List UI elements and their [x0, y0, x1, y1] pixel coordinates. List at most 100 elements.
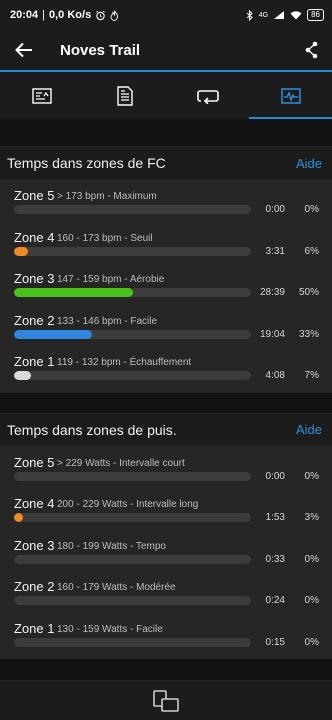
zone-description: 119 - 132 bpm - Échauffement — [57, 357, 192, 368]
hr-zone-row: Zone 1 119 - 132 bpm - Échauffement 4:08… — [0, 347, 332, 389]
share-icon — [305, 41, 318, 59]
zone-time: 4:08 — [265, 370, 285, 381]
hr-zones-title: Temps dans zones de FC — [7, 155, 166, 171]
zone-name: Zone 2 — [14, 312, 55, 328]
zone-name: Zone 1 — [14, 354, 55, 369]
bottom-bar — [0, 680, 332, 720]
wifi-icon — [290, 10, 302, 20]
zone-description: 130 - 159 Watts - Facile — [57, 623, 163, 635]
zone-percent: 0% — [304, 636, 319, 648]
zone-bar-fill — [14, 329, 93, 339]
zone-description: > 229 Watts - Intervalle court — [57, 457, 185, 469]
power-zone-row: Zone 3 180 - 199 Watts - Tempo 0:33 0% — [0, 531, 332, 573]
zone-bar-track — [14, 205, 251, 214]
arrow-left-icon — [15, 42, 32, 58]
hr-zones-list: Zone 5 > 173 bpm - Maximum 0:00 0% Zone … — [0, 179, 332, 393]
battery-indicator: 86 — [307, 9, 324, 21]
zone-bar-track — [14, 371, 251, 380]
hr-zones-section: Temps dans zones de FC Aide Zone 5 > 173… — [0, 146, 332, 393]
back-button[interactable] — [10, 36, 38, 64]
power-zones-section: Temps dans zones de puis. Aide Zone 5 > … — [0, 412, 332, 659]
hr-zones-header: Temps dans zones de FC Aide — [0, 146, 332, 179]
hr-zone-row: Zone 4 160 - 173 bpm - Seuil 3:31 6% — [0, 223, 332, 265]
power-zones-help-link[interactable]: Aide — [296, 422, 322, 437]
power-zone-row: Zone 4 200 - 229 Watts - Intervalle long… — [0, 489, 332, 531]
zone-percent: 3% — [304, 512, 319, 523]
zone-time: 1:53 — [265, 512, 285, 523]
laps-loop-icon — [196, 89, 219, 104]
zone-bar-fill — [14, 513, 23, 522]
zone-percent: 0% — [304, 553, 319, 565]
power-zone-row: Zone 1 130 - 159 Watts - Facile 0:15 0% — [0, 614, 332, 656]
hr-zone-row: Zone 3 147 - 159 bpm - Aérobie 28:39 50% — [0, 264, 332, 306]
power-zone-row: Zone 2 160 - 179 Watts - Modérée 0:24 0% — [0, 572, 332, 614]
hr-zones-help-link[interactable]: Aide — [296, 156, 322, 171]
zone-description: 160 - 179 Watts - Modérée — [57, 582, 176, 593]
tab-laps[interactable] — [166, 72, 249, 119]
bluetooth-icon — [246, 9, 254, 21]
zone-bar-track — [14, 554, 251, 564]
summary-card-icon — [31, 87, 52, 104]
activity-graph-icon — [280, 87, 301, 104]
network-type: 4G — [258, 11, 269, 19]
hr-zone-row: Zone 2 133 - 146 bpm - Facile 19:04 33% — [0, 306, 332, 348]
tab-summary[interactable] — [0, 72, 83, 119]
power-zones-title: Temps dans zones de puis. — [7, 421, 177, 438]
zone-percent: 7% — [304, 370, 319, 381]
power-zones-list: Zone 5 > 229 Watts - Intervalle court 0:… — [0, 445, 332, 659]
zone-percent: 0% — [304, 470, 319, 482]
zone-percent: 6% — [304, 245, 319, 257]
document-details-icon — [116, 85, 133, 106]
tab-details[interactable] — [83, 72, 166, 119]
zone-name: Zone 5 — [14, 188, 55, 203]
status-bar: 20:04 | 0,0 Ko/s 4G 86 — [0, 0, 332, 30]
status-speed: 0,0 Ko/s — [49, 9, 92, 21]
zone-description: 133 - 146 bpm - Facile — [57, 315, 158, 327]
signal-icon — [273, 10, 285, 20]
zone-description: 180 - 199 Watts - Tempo — [57, 540, 166, 552]
power-zones-header: Temps dans zones de puis. Aide — [0, 412, 332, 446]
zone-time: 28:39 — [259, 287, 285, 298]
app-bar: Noves Trail — [0, 30, 332, 70]
zone-bar-fill — [14, 371, 31, 380]
zone-name: Zone 5 — [14, 454, 55, 470]
zone-time: 0:00 — [265, 204, 285, 215]
status-separator: | — [42, 9, 45, 21]
zone-time: 0:24 — [265, 595, 285, 606]
zone-name: Zone 4 — [14, 496, 55, 511]
zone-name: Zone 3 — [14, 537, 55, 553]
zone-percent: 0% — [304, 204, 319, 215]
zone-time: 19:04 — [259, 328, 285, 340]
zone-description: > 173 bpm - Maximum — [57, 191, 157, 202]
compare-button[interactable] — [146, 683, 186, 719]
power-zone-row: Zone 5 > 229 Watts - Intervalle court 0:… — [0, 448, 332, 490]
zone-bar-track — [14, 288, 251, 297]
zone-percent: 33% — [298, 328, 319, 340]
zone-description: 147 - 159 bpm - Aérobie — [57, 274, 165, 285]
zone-time: 0:15 — [265, 636, 285, 648]
tab-charts[interactable] — [249, 72, 332, 119]
zone-bar-track — [14, 471, 251, 481]
zone-bar-track — [14, 513, 251, 522]
zone-name: Zone 4 — [14, 229, 55, 245]
zone-bar-track — [14, 596, 251, 605]
hr-zone-row: Zone 5 > 173 bpm - Maximum 0:00 0% — [0, 181, 332, 223]
page-title: Noves Trail — [60, 41, 141, 59]
zone-bar-track — [14, 637, 251, 647]
zone-description: 200 - 229 Watts - Intervalle long — [57, 499, 199, 510]
alarm-icon — [95, 10, 106, 21]
zone-name: Zone 3 — [14, 271, 55, 286]
zone-bar-track — [14, 329, 251, 339]
status-time: 20:04 — [10, 9, 39, 21]
tab-bar — [0, 70, 332, 119]
zone-name: Zone 1 — [14, 620, 55, 636]
zone-bar-track — [14, 246, 251, 256]
share-button[interactable] — [302, 36, 322, 64]
zone-time: 3:31 — [265, 245, 285, 257]
zone-time: 0:00 — [265, 470, 285, 482]
zone-bar-fill — [14, 288, 133, 297]
zone-name: Zone 2 — [14, 579, 55, 594]
flame-icon — [110, 9, 119, 21]
zone-percent: 0% — [304, 595, 319, 606]
compare-icon — [153, 689, 179, 712]
